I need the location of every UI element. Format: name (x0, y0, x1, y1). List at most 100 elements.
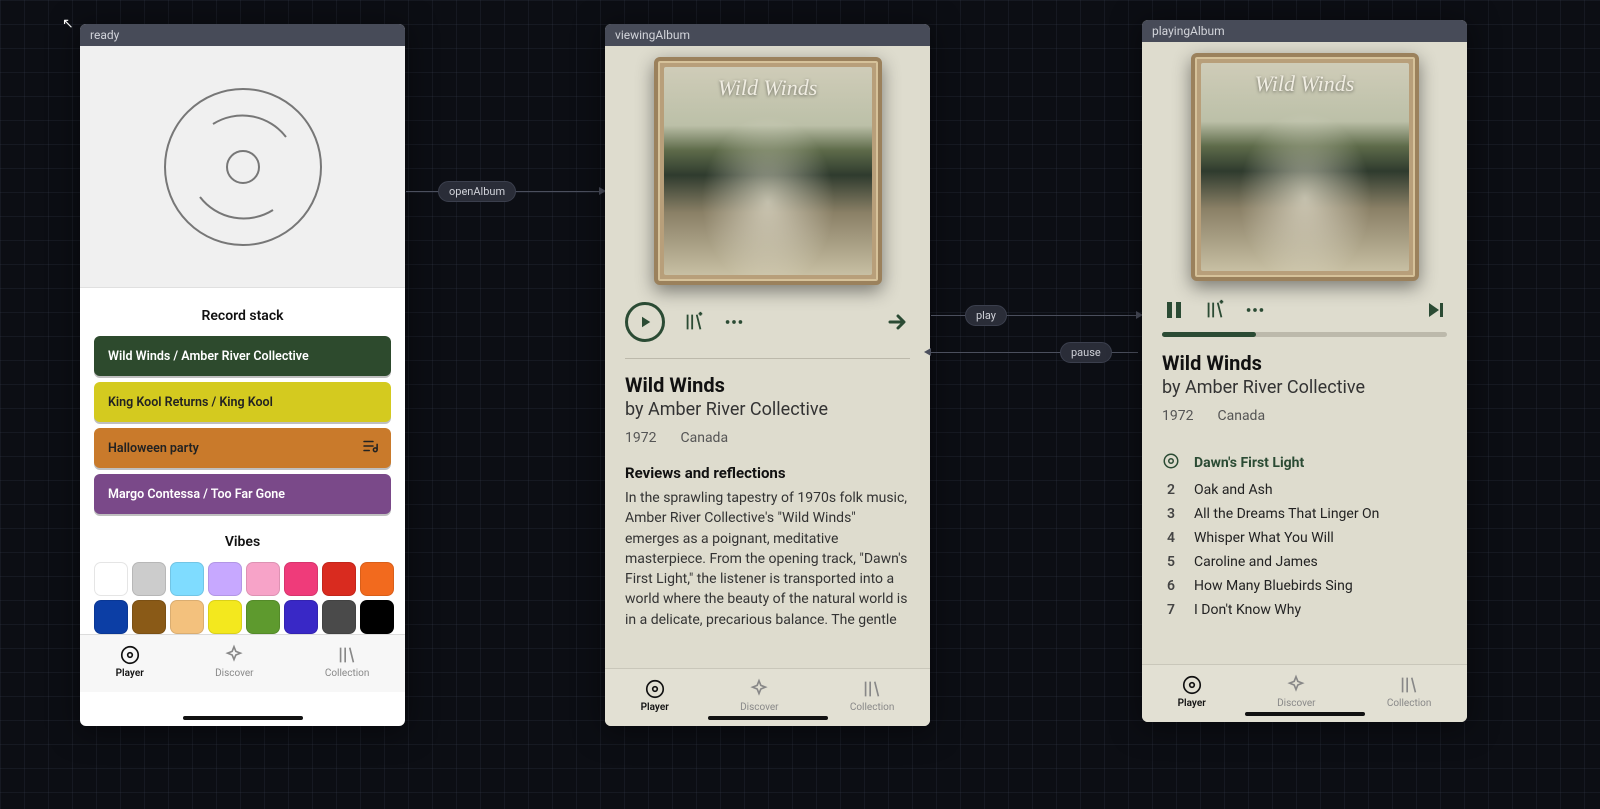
tab-collection-label: Collection (325, 668, 370, 679)
vibe-swatch[interactable] (246, 562, 280, 596)
play-button[interactable] (625, 302, 665, 342)
stack-item-margo[interactable]: Margo Contessa / Too Far Gone (94, 474, 391, 514)
track-number (1162, 452, 1180, 474)
album-country: Canada (1217, 408, 1265, 424)
track-row[interactable]: 6How Many Bluebirds Sing (1162, 574, 1447, 598)
track-number: 3 (1162, 506, 1180, 522)
tab-discover[interactable]: Discover (740, 678, 779, 713)
vibe-swatch[interactable] (360, 562, 394, 596)
track-row[interactable]: 7 I Don't Know Why (1162, 598, 1447, 622)
arrow-head-icon (924, 348, 931, 356)
track-number: 5 (1162, 554, 1180, 570)
stack-item-label: King Kool Returns / King Kool (108, 395, 273, 410)
home-indicator (708, 716, 828, 720)
edge-label-play[interactable]: play (965, 305, 1007, 326)
track-title: Dawn's First Light (1194, 455, 1304, 471)
tab-player[interactable]: Player (1178, 674, 1206, 709)
tab-player[interactable]: Player (641, 678, 669, 713)
vibes-heading: Vibes (80, 534, 405, 550)
track-row[interactable]: 5Caroline and James (1162, 550, 1447, 574)
album-byline: by Amber River Collective (625, 399, 910, 420)
album-title: Wild Winds (1162, 351, 1447, 375)
tracklist: Dawn's First Light 2Oak and Ash 3 All the D… (1142, 442, 1467, 622)
vibe-swatch[interactable] (94, 600, 128, 634)
edge-label-pause[interactable]: pause (1060, 342, 1112, 363)
reviews-heading: Reviews and reflections (605, 464, 930, 488)
now-playing-icon (1162, 452, 1180, 470)
vibe-swatch[interactable] (132, 600, 166, 634)
tab-discover-label: Discover (215, 668, 254, 679)
playlist-icon (361, 437, 379, 459)
album-art: Wild Winds (605, 46, 930, 288)
vibe-swatch[interactable] (208, 562, 242, 596)
tab-collection-label: Collection (850, 702, 895, 713)
cursor-decor-icon: ↖︎ (62, 16, 76, 30)
track-row[interactable]: 4 Whisper What You Will (1162, 526, 1447, 550)
vibe-swatch[interactable] (170, 600, 204, 634)
more-button[interactable] (1244, 299, 1266, 321)
track-row[interactable]: 3 All the Dreams That Linger On (1162, 502, 1447, 526)
vibe-swatch[interactable] (322, 562, 356, 596)
tab-discover-label: Discover (740, 702, 779, 713)
tab-collection-label: Collection (1387, 698, 1432, 709)
vibe-swatch[interactable] (284, 562, 318, 596)
record-stack-list: Wild Winds / Amber River Collective King… (80, 336, 405, 514)
album-year: 1972 (1162, 408, 1193, 424)
state-playing-frame: playingAlbum Wild Winds (1142, 20, 1467, 722)
track-number: 7 (1162, 602, 1180, 618)
album-cover-title: Wild Winds (658, 75, 878, 101)
state-ready-frame: ready Record stack Wild Winds / Amber Ri… (80, 24, 405, 726)
record-stack-heading: Record stack (80, 308, 405, 324)
vibe-swatch[interactable] (322, 600, 356, 634)
track-title: How Many Bluebirds Sing (1194, 578, 1353, 594)
stack-item-label: Wild Winds / Amber River Collective (108, 349, 309, 364)
tab-player-label: Player (1178, 698, 1206, 709)
tab-discover[interactable]: Discover (215, 644, 254, 679)
stack-item-wild-winds[interactable]: Wild Winds / Amber River Collective (94, 336, 391, 376)
home-indicator (1245, 712, 1365, 716)
vibe-swatch[interactable] (208, 600, 242, 634)
track-row[interactable]: 2Oak and Ash (1162, 478, 1447, 502)
vibe-swatch[interactable] (246, 600, 280, 634)
vibe-swatch[interactable] (360, 600, 394, 634)
add-to-stack-button[interactable] (683, 311, 705, 333)
forward-button[interactable] (886, 310, 910, 334)
add-to-stack-button[interactable] (1204, 299, 1226, 321)
state-title-playing: playingAlbum (1142, 20, 1467, 42)
more-button[interactable] (723, 311, 745, 333)
vibe-swatch[interactable] (94, 562, 128, 596)
tab-player[interactable]: Player (116, 644, 144, 679)
progress-bar[interactable] (1162, 332, 1447, 337)
tab-player-label: Player (116, 668, 144, 679)
track-number: 4 (1162, 530, 1180, 546)
home-indicator (183, 716, 303, 720)
skip-forward-button[interactable] (1423, 298, 1447, 322)
state-title-ready: ready (80, 24, 405, 46)
state-title-viewing: viewingAlbum (605, 24, 930, 46)
track-title: I Don't Know Why (1194, 602, 1301, 618)
album-meta: Wild Winds by Amber River Collective 197… (1142, 351, 1467, 442)
vibe-swatch[interactable] (132, 562, 166, 596)
stack-item-king-kool[interactable]: King Kool Returns / King Kool (94, 382, 391, 422)
tab-discover[interactable]: Discover (1277, 674, 1316, 709)
stack-item-label: Margo Contessa / Too Far Gone (108, 487, 285, 502)
pause-button[interactable] (1162, 298, 1186, 322)
track-row[interactable]: Dawn's First Light (1162, 448, 1447, 478)
tab-collection[interactable]: Collection (1387, 674, 1432, 709)
edge-label-openAlbum[interactable]: openAlbum (438, 181, 516, 202)
tab-collection[interactable]: Collection (850, 678, 895, 713)
vibes-grid (80, 562, 405, 634)
progress-fill (1162, 332, 1256, 337)
track-title: Oak and Ash (1194, 482, 1273, 498)
player-controls (605, 288, 930, 352)
stack-item-halloween[interactable]: Halloween party (94, 428, 391, 468)
vibe-swatch[interactable] (170, 562, 204, 596)
track-title: All the Dreams That Linger On (1194, 506, 1379, 522)
vibe-swatch[interactable] (284, 600, 318, 634)
tab-bar: Player Discover Collection (80, 634, 405, 692)
track-title: Whisper What You Will (1194, 530, 1334, 546)
tab-discover-label: Discover (1277, 698, 1316, 709)
tab-collection[interactable]: Collection (325, 644, 370, 679)
player-controls (1142, 284, 1467, 332)
state-viewing-frame: viewingAlbum Wild Winds Wild (605, 24, 930, 726)
